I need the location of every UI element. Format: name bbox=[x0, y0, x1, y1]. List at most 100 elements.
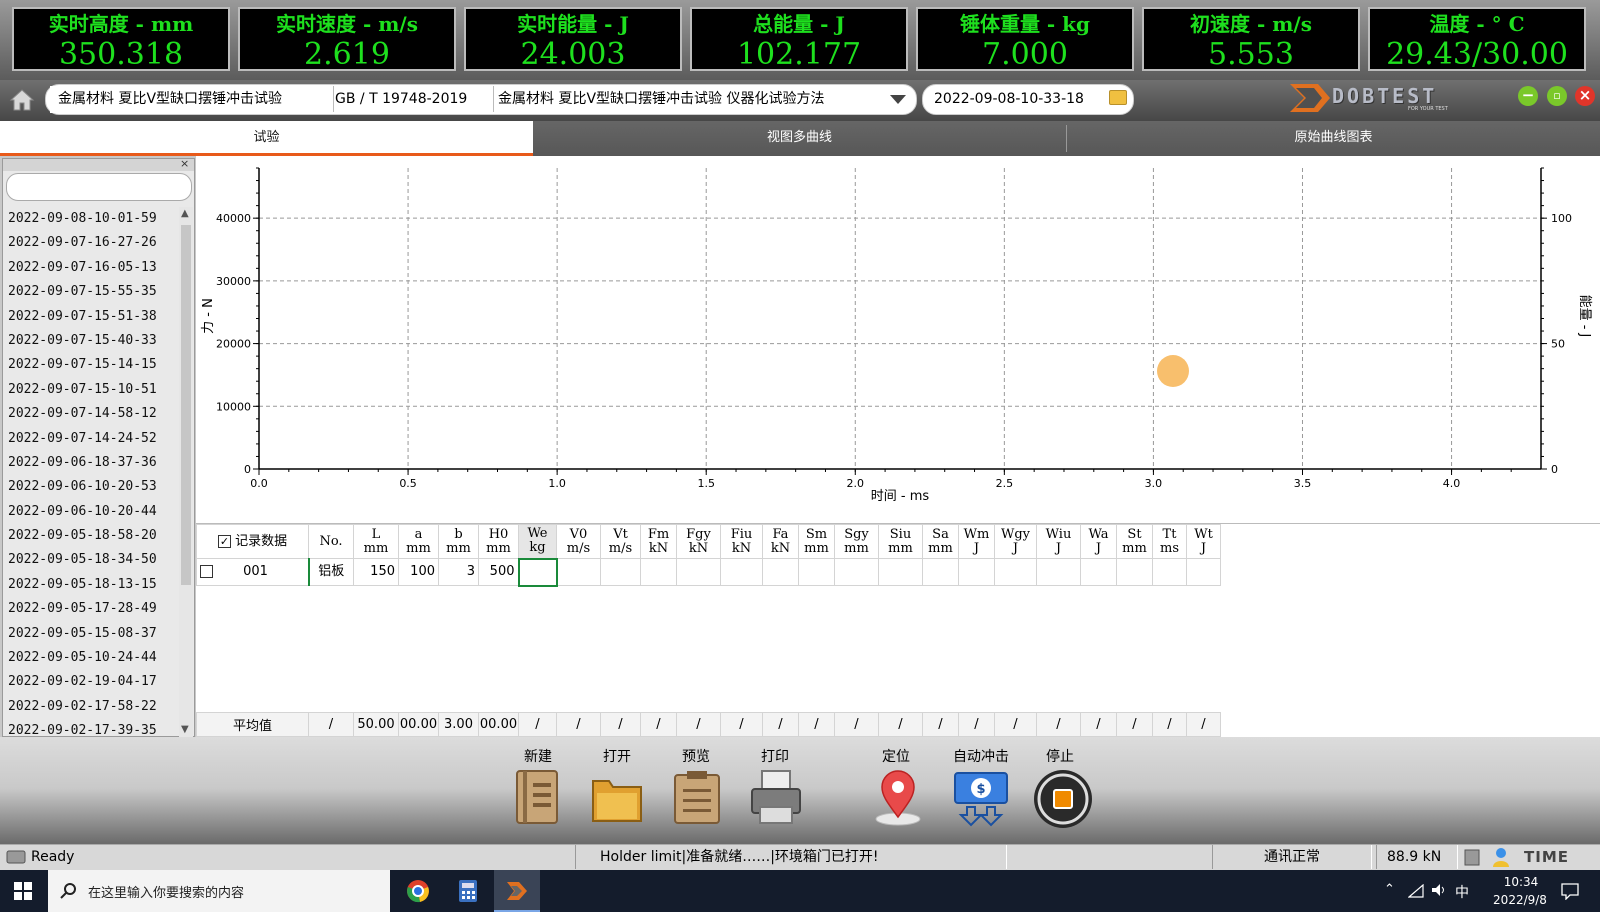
tab-multi-curve[interactable]: 视图多曲线 bbox=[533, 121, 1066, 154]
y-tick-label: 0 bbox=[244, 463, 251, 476]
history-item[interactable]: 2022-09-07-14-24-52 bbox=[3, 427, 177, 451]
minimize-icon[interactable]: − bbox=[1518, 86, 1538, 106]
clock-date[interactable]: 2022/9/8 bbox=[1480, 893, 1560, 907]
ime-indicator[interactable]: 中 bbox=[1455, 882, 1469, 902]
open-button[interactable] bbox=[589, 767, 645, 827]
table-cell[interactable] bbox=[994, 558, 1037, 586]
table-cell[interactable]: 500 bbox=[478, 558, 519, 586]
table-cell[interactable] bbox=[600, 558, 641, 586]
table-cell[interactable] bbox=[640, 558, 677, 586]
scrollbar[interactable]: ▲ ▼ bbox=[179, 207, 193, 737]
history-item[interactable]: 2022-09-06-10-20-44 bbox=[3, 500, 177, 524]
chrome-icon[interactable] bbox=[406, 879, 430, 903]
table-cell[interactable]: 3 bbox=[438, 558, 479, 586]
notification-icon[interactable] bbox=[1560, 882, 1580, 900]
chevron-down-icon[interactable]: ▼ bbox=[181, 725, 189, 735]
meter-speed: 实时速度 - m/s 2.619 bbox=[238, 7, 456, 71]
force-energy-chart[interactable]: 0.0 0.5 1.0 1.5 2.0 2.5 3.0 3.5 4.0 0 10000 20000 30… bbox=[196, 156, 1600, 523]
home-icon[interactable] bbox=[9, 88, 35, 112]
date-field[interactable]: 2022-09-08-10-33-18 bbox=[926, 86, 1102, 113]
close-icon[interactable]: × bbox=[1575, 86, 1595, 106]
history-item[interactable]: 2022-09-07-15-51-38 bbox=[3, 305, 177, 329]
table-cell[interactable] bbox=[556, 558, 601, 586]
history-item[interactable]: 2022-09-07-15-10-51 bbox=[3, 378, 177, 402]
close-icon[interactable]: × bbox=[180, 158, 189, 169]
history-item[interactable]: 2022-09-07-16-05-13 bbox=[3, 256, 177, 280]
print-button[interactable] bbox=[748, 767, 804, 827]
volume-icon[interactable] bbox=[1431, 883, 1447, 897]
history-item[interactable]: 2022-09-06-10-20-53 bbox=[3, 475, 177, 499]
history-item[interactable]: 2022-09-02-17-58-22 bbox=[3, 695, 177, 719]
table-cell[interactable] bbox=[1036, 558, 1081, 586]
history-item[interactable]: 2022-09-05-17-28-49 bbox=[3, 597, 177, 621]
auto-impact-label: 自动冲击 bbox=[953, 749, 1009, 765]
history-item[interactable]: 2022-09-05-18-34-50 bbox=[3, 548, 177, 572]
row-checkbox[interactable] bbox=[200, 565, 213, 578]
table-cell[interactable] bbox=[922, 558, 959, 586]
history-item[interactable]: 2022-09-07-16-27-26 bbox=[3, 231, 177, 255]
table-row[interactable]: 001 铝板 150 100 3 500 bbox=[196, 557, 1221, 587]
history-item[interactable]: 2022-09-08-10-01-59 bbox=[3, 207, 177, 231]
chevron-up-icon[interactable]: ▲ bbox=[181, 209, 189, 219]
standard-field[interactable]: GB / T 19748-2019 bbox=[327, 86, 487, 113]
table-cell[interactable] bbox=[798, 558, 835, 586]
preview-button[interactable] bbox=[669, 767, 725, 827]
scrollbar-thumb[interactable] bbox=[181, 225, 191, 585]
chevron-up-icon[interactable]: ⌃ bbox=[1384, 882, 1395, 897]
table-cell[interactable] bbox=[878, 558, 923, 586]
history-item[interactable]: 2022-09-05-18-58-20 bbox=[3, 524, 177, 548]
table-cell[interactable] bbox=[834, 558, 879, 586]
new-button[interactable] bbox=[511, 767, 567, 827]
folder-icon[interactable] bbox=[1109, 90, 1127, 105]
tab-test[interactable]: 试验 bbox=[0, 121, 533, 156]
calculator-icon[interactable] bbox=[458, 879, 478, 903]
stop-button[interactable] bbox=[1032, 768, 1094, 830]
average-cell: / bbox=[994, 712, 1037, 737]
table-cell[interactable] bbox=[1186, 558, 1221, 586]
history-item[interactable]: 2022-09-07-15-14-15 bbox=[3, 353, 177, 377]
windows-start-icon[interactable] bbox=[14, 882, 32, 900]
table-cell[interactable]: 100 bbox=[398, 558, 439, 586]
table-cell[interactable] bbox=[1152, 558, 1187, 586]
history-item[interactable]: 2022-09-02-19-04-17 bbox=[3, 670, 177, 694]
table-cell[interactable] bbox=[762, 558, 799, 586]
material-field[interactable]: 金属材料 夏比V型缺口摆锤冲击试验 bbox=[50, 86, 332, 113]
user-icon[interactable] bbox=[1491, 846, 1511, 868]
history-item[interactable]: 2022-09-05-18-13-15 bbox=[3, 573, 177, 597]
status-ready: Ready bbox=[31, 849, 75, 865]
column-header: Vt m/s bbox=[600, 524, 641, 559]
network-icon[interactable] bbox=[1408, 884, 1424, 898]
table-cell[interactable] bbox=[720, 558, 763, 586]
tab-raw-curve[interactable]: 原始曲线图表 bbox=[1067, 121, 1600, 154]
auto-impact-button[interactable]: $ bbox=[953, 767, 1009, 827]
chevron-down-icon[interactable] bbox=[890, 95, 906, 104]
locate-label: 定位 bbox=[882, 749, 910, 765]
average-cell: / bbox=[878, 712, 923, 737]
maximize-icon[interactable]: ▫ bbox=[1547, 86, 1567, 106]
column-header: a mm bbox=[398, 524, 439, 559]
meter-value: 7.000 bbox=[982, 37, 1068, 72]
table-cell[interactable] bbox=[1080, 558, 1117, 586]
table-cell[interactable] bbox=[676, 558, 721, 586]
history-item[interactable]: 2022-09-05-10-24-44 bbox=[3, 646, 177, 670]
history-item[interactable]: 2022-09-06-18-37-36 bbox=[3, 451, 177, 475]
table-cell[interactable] bbox=[517, 557, 558, 587]
meter-value: 102.177 bbox=[736, 37, 862, 72]
comm-status: 通讯正常 bbox=[1264, 849, 1320, 865]
locate-button[interactable] bbox=[870, 767, 926, 827]
method-select[interactable]: 金属材料 夏比V型缺口摆锤冲击试验 仪器化试验方法 bbox=[490, 86, 880, 113]
history-search-input[interactable] bbox=[6, 173, 192, 201]
history-item[interactable]: 2022-09-02-17-39-35 bbox=[3, 719, 177, 737]
table-cell[interactable]: 150 bbox=[353, 558, 399, 586]
history-item[interactable]: 2022-09-07-14-58-12 bbox=[3, 402, 177, 426]
select-all-checkbox[interactable]: ✓ bbox=[217, 534, 231, 548]
history-item[interactable]: 2022-09-05-15-08-37 bbox=[3, 622, 177, 646]
history-item[interactable]: 2022-09-07-15-55-35 bbox=[3, 280, 177, 304]
table-cell[interactable] bbox=[1116, 558, 1153, 586]
table-cell[interactable]: 铝板 bbox=[307, 558, 354, 586]
clock-time[interactable]: 10:34 bbox=[1496, 875, 1546, 889]
table-cell[interactable] bbox=[958, 558, 995, 586]
history-panel: × 2022-09-08-10-01-59 2022-09-07-16-27-26… bbox=[2, 158, 195, 737]
history-item[interactable]: 2022-09-07-15-40-33 bbox=[3, 329, 177, 353]
row-id-cell[interactable]: 001 bbox=[196, 558, 309, 586]
